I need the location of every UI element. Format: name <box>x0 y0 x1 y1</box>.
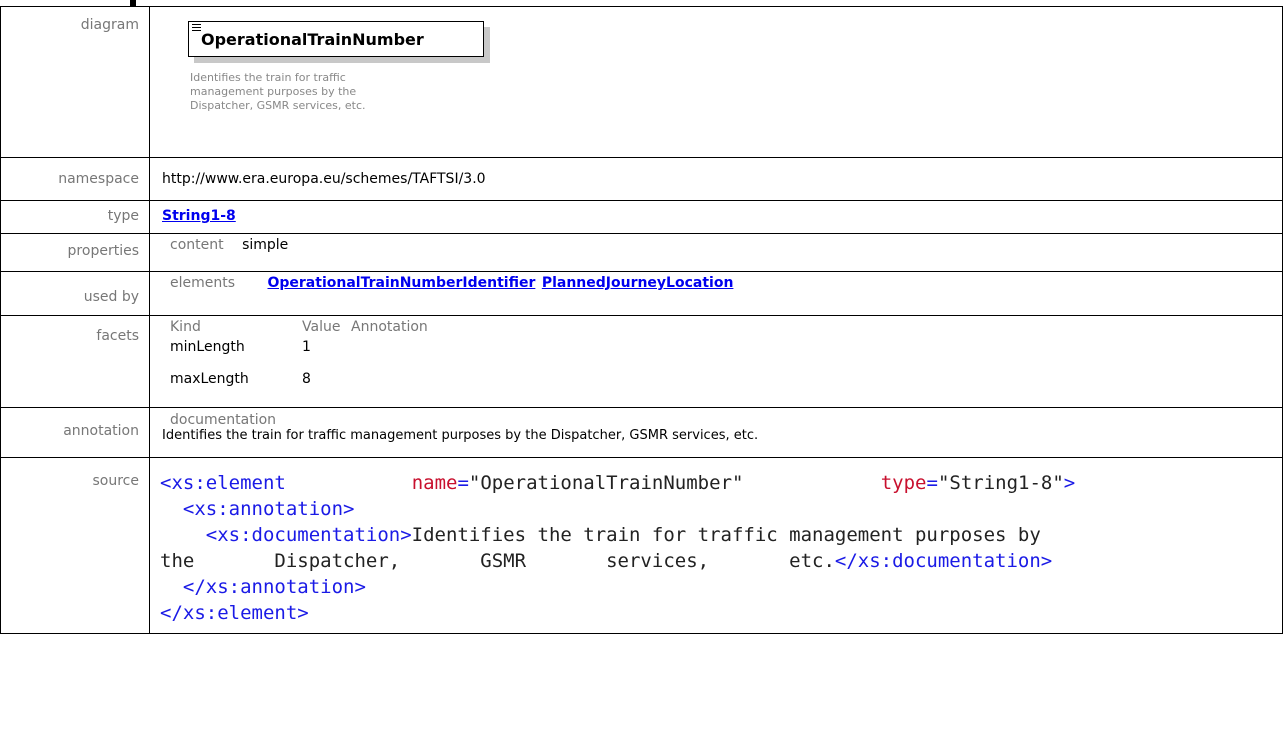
label-diagram: diagram <box>0 6 150 158</box>
facet-kind: maxLength <box>170 371 249 387</box>
xml-tag: <xs:element <box>160 472 286 494</box>
label-type: type <box>0 200 150 234</box>
facet-annotation <box>351 339 428 371</box>
diagram-doc-line: management purposes by the <box>190 85 357 98</box>
row-diagram: diagram OperationalTrainNumber Identifie… <box>0 6 1283 158</box>
used-by-link[interactable]: PlannedJourneyLocation <box>542 275 734 291</box>
xml-bracket: > <box>1063 472 1076 494</box>
facets-header-annotation: Annotation <box>351 319 428 335</box>
xml-attr: name <box>411 472 458 494</box>
used-by-key: elements <box>170 275 236 291</box>
xml-tag: <xs:documentation> <box>205 524 412 546</box>
facets-cell: Kind Value Annotation minLength 1 maxLen… <box>149 315 1283 408</box>
facet-annotation <box>351 371 428 397</box>
row-type: type String1-8 <box>0 200 1283 234</box>
type-cell: String1-8 <box>149 200 1283 234</box>
xml-text: Identifies the train for traffic managem… <box>411 524 1041 546</box>
row-properties: properties content simple <box>0 233 1283 272</box>
xml-tag: <xs:annotation> <box>182 498 355 520</box>
facets-header-kind: Kind <box>170 319 201 335</box>
xml-tag: </xs:annotation> <box>182 576 366 598</box>
xml-text: the Dispatcher, GSMR services, etc. <box>160 550 835 572</box>
row-used-by: used by elements OperationalTrainNumberI… <box>0 271 1283 316</box>
used-by-link[interactable]: OperationalTrainNumberIdentifier <box>267 275 535 291</box>
annotation-text: Identifies the train for traffic managem… <box>162 428 759 443</box>
facet-value: 8 <box>302 371 311 387</box>
element-doc-table: diagram OperationalTrainNumber Identifie… <box>0 6 1283 634</box>
properties-value: simple <box>242 237 289 253</box>
row-source: source <xs:element name="OperationalTrai… <box>0 457 1283 634</box>
diagram-element[interactable]: OperationalTrainNumber <box>188 21 484 57</box>
diagram-doc-line: Dispatcher, GSMR services, etc. <box>190 99 366 112</box>
source-cell: <xs:element name="OperationalTrainNumber… <box>149 457 1283 634</box>
used-by-cell: elements OperationalTrainNumberIdentifie… <box>149 271 1283 316</box>
annotation-cell: documentation Identifies the train for t… <box>149 407 1283 458</box>
facet-row: minLength 1 <box>170 339 428 371</box>
label-source: source <box>0 457 150 634</box>
source-line: <xs:annotation> <box>160 498 355 520</box>
label-used-by: used by <box>0 271 150 316</box>
diagram-documentation: Identifies the train for traffic managem… <box>190 71 390 113</box>
xml-tag: </xs:element> <box>160 602 309 624</box>
facets-table: Kind Value Annotation minLength 1 maxLen… <box>170 319 428 397</box>
source-line: <xs:documentation>Identifies the train f… <box>160 524 1041 546</box>
label-namespace: namespace <box>0 157 150 201</box>
label-properties: properties <box>0 233 150 272</box>
diagram-element-box[interactable]: OperationalTrainNumber Identifies the tr… <box>188 21 490 113</box>
row-annotation: annotation documentation Identifies the … <box>0 407 1283 458</box>
namespace-value: http://www.era.europa.eu/schemes/TAFTSI/… <box>149 157 1283 201</box>
source-line: </xs:annotation> <box>160 576 366 598</box>
row-facets: facets Kind Value Annotation minLength 1… <box>0 315 1283 408</box>
properties-cell: content simple <box>149 233 1283 272</box>
label-facets: facets <box>0 315 150 408</box>
row-namespace: namespace http://www.era.europa.eu/schem… <box>0 157 1283 201</box>
diagram-doc-line: Identifies the train for traffic <box>190 71 346 84</box>
facets-header-row: Kind Value Annotation <box>170 319 428 339</box>
xml-attr-value: "OperationalTrainNumber" <box>468 472 744 494</box>
source-line: </xs:element> <box>160 602 309 624</box>
diagram-element-name: OperationalTrainNumber <box>201 30 424 49</box>
source-line: the Dispatcher, GSMR services, etc.</xs:… <box>160 550 1052 572</box>
element-type-icon <box>192 24 201 32</box>
xml-tag: </xs:documentation> <box>834 550 1053 572</box>
diagram-cell: OperationalTrainNumber Identifies the tr… <box>149 6 1283 158</box>
source-code: <xs:element name="OperationalTrainNumber… <box>160 470 1270 626</box>
type-link[interactable]: String1-8 <box>162 208 236 224</box>
facets-header-value: Value <box>302 319 341 335</box>
facet-kind: minLength <box>170 339 245 355</box>
annotation-key: documentation <box>170 412 277 428</box>
properties-key: content <box>170 237 224 253</box>
xml-attr: type <box>880 472 927 494</box>
source-line: <xs:element name="OperationalTrainNumber… <box>160 472 1076 494</box>
label-annotation: annotation <box>0 407 150 458</box>
facet-row: maxLength 8 <box>170 371 428 397</box>
xml-attr-value: "String1-8" <box>937 472 1064 494</box>
facet-value: 1 <box>302 339 311 355</box>
